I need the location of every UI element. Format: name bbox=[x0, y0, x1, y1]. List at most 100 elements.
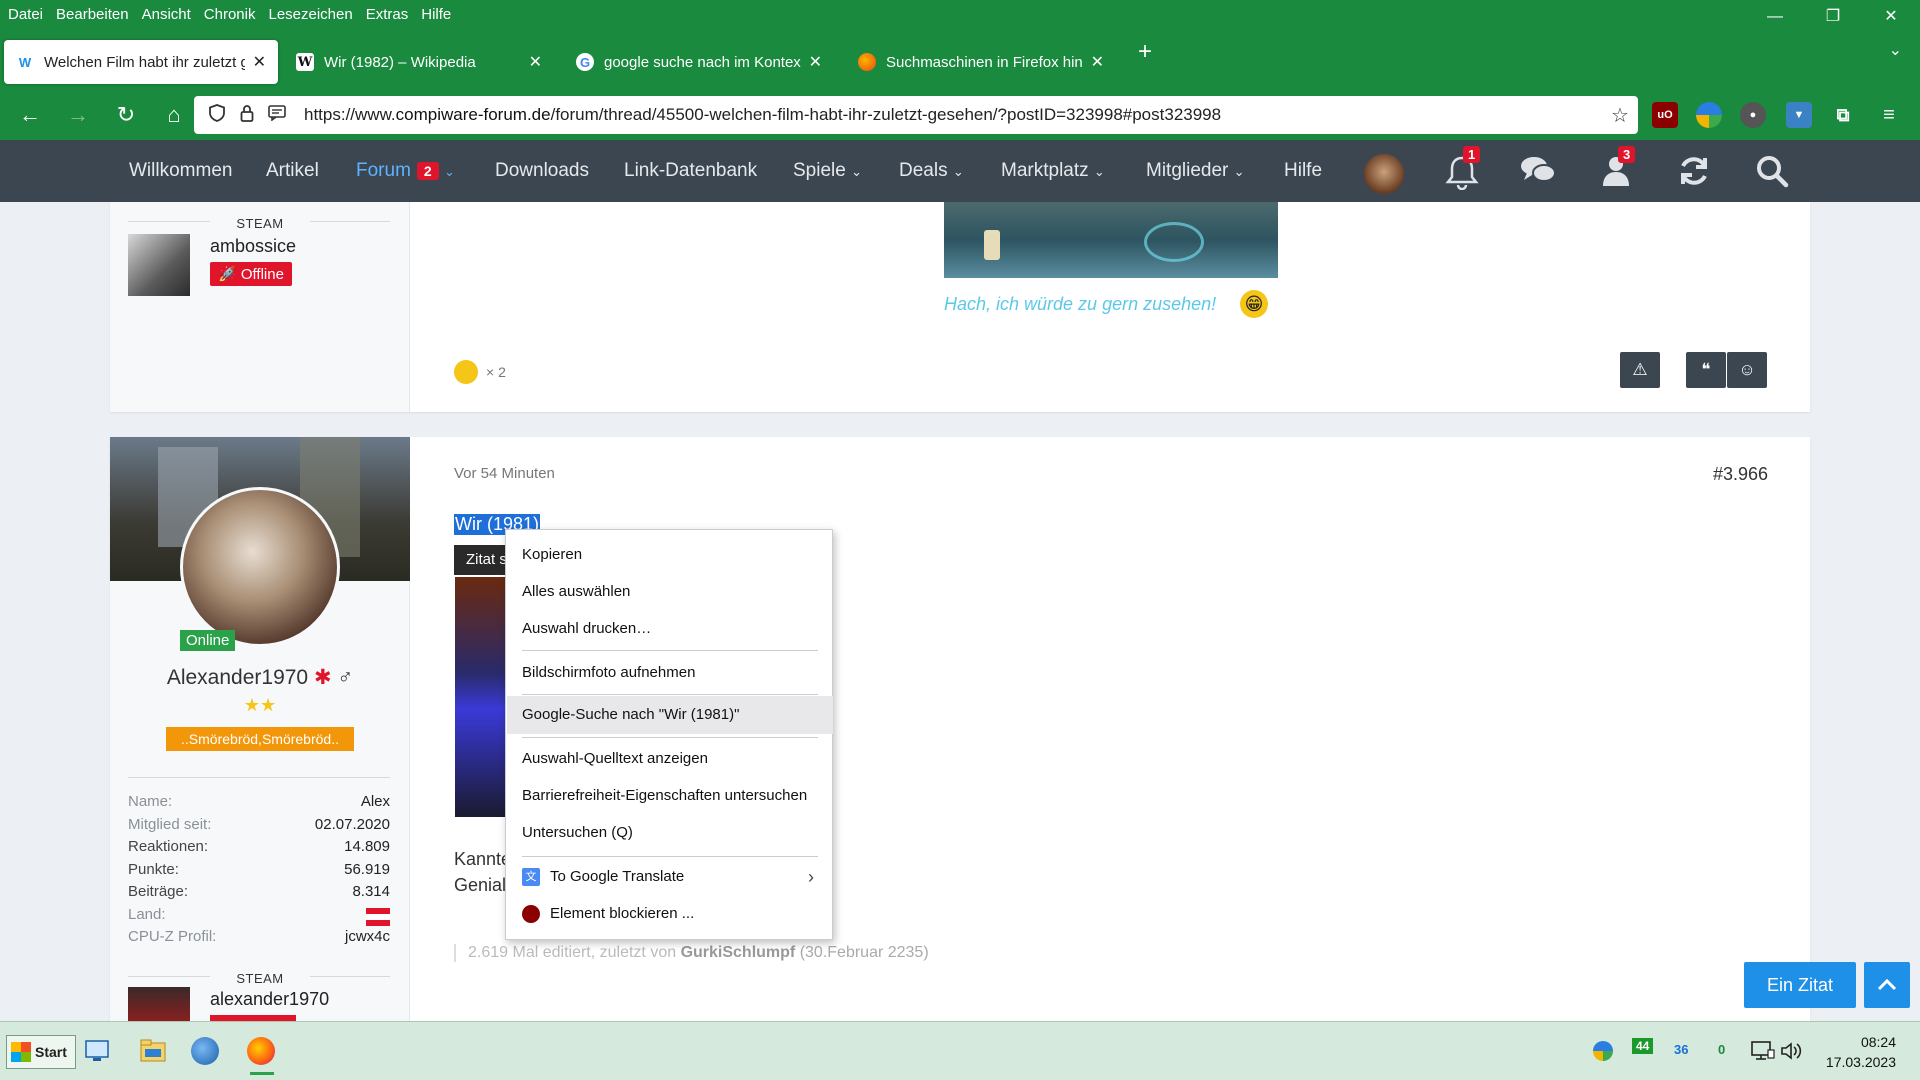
stat-value[interactable]: 8.314 bbox=[352, 883, 390, 906]
react-button[interactable]: ☺ bbox=[1727, 352, 1767, 388]
report-warning-button[interactable]: ⚠ bbox=[1620, 352, 1660, 388]
bookmark-star-icon[interactable]: ☆ bbox=[1602, 103, 1638, 128]
steam-avatar[interactable] bbox=[128, 234, 190, 296]
nav-willkommen[interactable]: Willkommen bbox=[129, 160, 232, 182]
home-button[interactable]: ⌂ bbox=[152, 96, 196, 134]
stat-value[interactable]: 14.809 bbox=[344, 838, 390, 861]
search-icon[interactable] bbox=[1752, 154, 1792, 194]
tab-list-chevron-icon[interactable]: ⌄ bbox=[1889, 40, 1902, 60]
menu-item-google-search[interactable]: Google-Suche nach "Wir (1981)" bbox=[522, 700, 739, 730]
nav-artikel[interactable]: Artikel bbox=[266, 160, 319, 182]
page-info-icon[interactable] bbox=[262, 104, 292, 126]
nav-marktplatz[interactable]: Marktplatz ⌄ bbox=[1001, 160, 1105, 182]
user-avatar[interactable] bbox=[1364, 154, 1404, 194]
menu-chronik[interactable]: Chronik bbox=[204, 6, 256, 23]
refresh-icon[interactable] bbox=[1674, 154, 1714, 194]
network-globe-icon[interactable] bbox=[1588, 1036, 1618, 1066]
reaction-count[interactable]: × 2 bbox=[486, 364, 506, 380]
tab-wikipedia[interactable]: W Wir (1982) – Wikipedia ✕ bbox=[284, 40, 554, 84]
lock-icon[interactable] bbox=[232, 104, 262, 127]
stat-row: Name: Alex bbox=[128, 793, 390, 816]
nav-marktplatz-label: Marktplatz bbox=[1001, 160, 1089, 181]
scroll-to-top-button[interactable] bbox=[1864, 962, 1910, 1008]
laughing-reaction-icon[interactable] bbox=[454, 360, 478, 384]
menu-item-select-all[interactable]: Alles auswählen bbox=[522, 577, 630, 607]
steam-avatar[interactable] bbox=[128, 987, 190, 1021]
menu-extras[interactable]: Extras bbox=[366, 6, 409, 23]
bitwarden-extension-icon[interactable]: ▼ bbox=[1786, 102, 1812, 128]
firefox-taskbar-icon[interactable] bbox=[246, 1036, 276, 1066]
menu-item-screenshot[interactable]: Bildschirmfoto aufnehmen bbox=[522, 658, 695, 688]
nav-spiele[interactable]: Spiele ⌄ bbox=[793, 160, 862, 182]
menu-item-inspect[interactable]: Untersuchen (Q) bbox=[522, 818, 633, 848]
new-tab-button[interactable]: + bbox=[1138, 38, 1152, 66]
thunderbird-icon[interactable] bbox=[190, 1036, 220, 1066]
stat-value[interactable]: 56.919 bbox=[344, 861, 390, 884]
close-tab-icon[interactable]: ✕ bbox=[809, 52, 822, 72]
user-avatar[interactable] bbox=[180, 487, 340, 647]
creature-decoration bbox=[1144, 222, 1204, 262]
file-explorer-icon[interactable] bbox=[138, 1036, 168, 1066]
menu-item-google-translate[interactable]: 文 To Google Translate bbox=[522, 862, 684, 892]
network-monitor-icon[interactable] bbox=[1748, 1036, 1778, 1066]
user-stats: Name: Alex Mitglied seit: 02.07.2020 Reakt… bbox=[128, 793, 390, 951]
embedded-image bbox=[944, 202, 1278, 278]
quote-selection-button[interactable]: Zitat s bbox=[454, 545, 510, 575]
post-time[interactable]: Vor 54 Minuten bbox=[454, 465, 555, 482]
multi-quote-button[interactable]: Ein Zitat bbox=[1744, 962, 1856, 1008]
menu-item-print-selection[interactable]: Auswahl drucken… bbox=[522, 614, 651, 644]
show-desktop-icon[interactable] bbox=[82, 1036, 112, 1066]
stat-value[interactable]: jcwx4c bbox=[345, 928, 390, 951]
edit-note-user[interactable]: GurkiSchlumpf bbox=[681, 944, 796, 961]
clock-date: 17.03.2023 bbox=[1825, 1054, 1896, 1070]
menu-bearbeiten[interactable]: Bearbeiten bbox=[56, 6, 129, 23]
shield-icon[interactable] bbox=[202, 103, 232, 127]
privacy-extension-icon[interactable]: ● bbox=[1740, 102, 1766, 128]
tab-title: Wir (1982) – Wikipedia bbox=[324, 53, 476, 71]
nav-mitglieder-label: Mitglieder bbox=[1146, 160, 1229, 181]
quote-button[interactable]: ❝ bbox=[1686, 352, 1726, 388]
menu-lesezeichen[interactable]: Lesezeichen bbox=[268, 6, 352, 23]
close-tab-icon[interactable]: ✕ bbox=[529, 52, 542, 72]
url-bar[interactable]: https://www.compiware-forum.de/forum/thr… bbox=[194, 96, 1638, 134]
reload-button[interactable]: ↻ bbox=[104, 96, 148, 134]
menu-item-copy[interactable]: Kopieren bbox=[522, 540, 582, 570]
nav-forum[interactable]: Forum 2 ⌄ bbox=[356, 160, 455, 182]
menu-ansicht[interactable]: Ansicht bbox=[142, 6, 191, 23]
wikipedia-favicon-icon: W bbox=[296, 53, 314, 71]
tab-firefox-support[interactable]: Suchmaschinen in Firefox hinzu ✕ bbox=[846, 40, 1116, 84]
start-button[interactable]: Start bbox=[6, 1035, 76, 1069]
nav-mitglieder[interactable]: Mitglieder ⌄ bbox=[1146, 160, 1245, 182]
nav-hilfe[interactable]: Hilfe bbox=[1284, 160, 1322, 182]
steam-username[interactable]: alexander1970 bbox=[210, 989, 329, 1010]
nav-downloads[interactable]: Downloads bbox=[495, 160, 589, 182]
url-text[interactable]: https://www.compiware-forum.de/forum/thr… bbox=[304, 105, 1602, 125]
username[interactable]: Alexander1970 ✱ ♂ bbox=[110, 665, 410, 690]
tray-indicator-green[interactable]: 0 bbox=[1718, 1042, 1725, 1057]
post-number[interactable]: #3.966 bbox=[1713, 464, 1768, 485]
extensions-puzzle-icon[interactable]: ⧉ bbox=[1830, 102, 1856, 128]
conversations-icon[interactable] bbox=[1518, 154, 1558, 194]
hamburger-menu-icon[interactable]: ≡ bbox=[1876, 102, 1902, 128]
system-clock[interactable]: 08:24 17.03.2023 bbox=[1826, 1032, 1896, 1072]
menu-item-block-element[interactable]: Element blockieren ... bbox=[522, 899, 694, 929]
tab-forum-thread[interactable]: W Welchen Film habt ihr zuletzt ge ✕ bbox=[4, 40, 278, 84]
nav-link-datenbank[interactable]: Link-Datenbank bbox=[624, 160, 757, 182]
forum-favicon-icon: W bbox=[18, 54, 32, 70]
back-button[interactable]: ← bbox=[8, 96, 52, 134]
menu-datei[interactable]: Datei bbox=[8, 6, 43, 23]
nav-deals[interactable]: Deals ⌄ bbox=[899, 160, 964, 182]
steam-username[interactable]: ambossice bbox=[210, 236, 296, 257]
tray-cpu-temp[interactable]: 44 bbox=[1632, 1038, 1654, 1054]
close-tab-icon[interactable]: ✕ bbox=[253, 52, 266, 72]
menu-item-accessibility[interactable]: Barrierefreiheit-Eigenschaften untersuch… bbox=[522, 781, 807, 811]
forward-button[interactable]: → bbox=[56, 96, 100, 134]
tab-google[interactable]: G google suche nach im Kontextn ✕ bbox=[564, 40, 834, 84]
menu-hilfe[interactable]: Hilfe bbox=[421, 6, 451, 23]
globe-extension-icon[interactable] bbox=[1696, 102, 1722, 128]
volume-icon[interactable] bbox=[1776, 1036, 1806, 1066]
menu-item-view-source[interactable]: Auswahl-Quelltext anzeigen bbox=[522, 744, 708, 774]
ublock-extension-icon[interactable]: uO bbox=[1652, 102, 1678, 128]
tray-indicator-blue[interactable]: 36 bbox=[1674, 1042, 1688, 1057]
close-tab-icon[interactable]: ✕ bbox=[1091, 52, 1104, 72]
